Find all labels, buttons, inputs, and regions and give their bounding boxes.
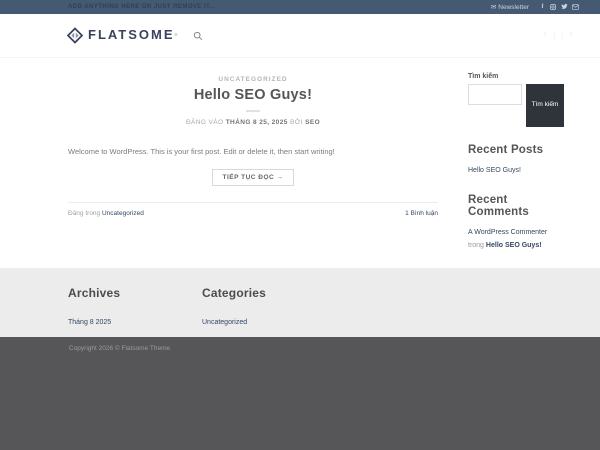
- comments-link[interactable]: 1 Bình luận: [405, 210, 438, 217]
- comment-on-label: trong: [468, 241, 484, 249]
- main-content: UNCATEGORIZED Hello SEO Guys! ĐĂNG VÀO T…: [0, 58, 600, 268]
- registered-mark: ®: [174, 32, 180, 37]
- archives-title: Archives: [68, 286, 121, 300]
- site-logo[interactable]: FLATSOME®: [67, 27, 179, 44]
- search-widget: Tìm kiếm: [468, 84, 568, 127]
- twitter-icon[interactable]: [561, 3, 568, 11]
- flatsome-diamond-icon: [67, 27, 83, 44]
- logo-text: FLATSOME®: [88, 27, 180, 42]
- post-meta-row: Đăng trong Uncategorized 1 Bình luận: [68, 202, 438, 217]
- read-more-wrap: TIẾP TỤC ĐỌC →: [68, 166, 438, 187]
- list-item: A WordPress Commenter trong Hello SEO Gu…: [468, 227, 568, 252]
- footer-widgets: Archives Tháng 8 2025 Categories Uncateg…: [0, 268, 600, 337]
- recent-post-link[interactable]: Hello SEO Guys!: [468, 167, 521, 174]
- recent-posts-list: Hello SEO Guys!: [468, 165, 568, 177]
- posted-in-category-link[interactable]: Uncategorized: [102, 210, 144, 217]
- recent-posts-title: Recent Posts: [468, 144, 544, 156]
- email-icon[interactable]: [572, 4, 579, 10]
- entry-header: UNCATEGORIZED Hello SEO Guys! ĐĂNG VÀO T…: [68, 58, 438, 126]
- instagram-icon[interactable]: [550, 4, 557, 10]
- commented-post-link[interactable]: Hello SEO Guys!: [486, 242, 542, 249]
- title-divider: [246, 110, 260, 112]
- by-label: BỞI: [289, 119, 303, 126]
- page: ADD ANYTHING HERE OR JUST REMOVE IT... ✉…: [0, 0, 600, 450]
- recent-comments-list: A WordPress Commenter trong Hello SEO Gu…: [468, 227, 568, 252]
- post-title[interactable]: Hello SEO Guys!: [68, 87, 438, 103]
- search-icon[interactable]: [193, 31, 203, 41]
- topbar-message: ADD ANYTHING HERE OR JUST REMOVE IT...: [68, 4, 216, 10]
- topbar-right: ✉ Newsletter f: [491, 3, 579, 11]
- sidebar: Tìm kiếm Tìm kiếm Recent Posts Hello SEO…: [468, 58, 568, 268]
- category-link[interactable]: Uncategorized: [202, 319, 247, 326]
- pause-bars-icon: ❘❘: [550, 29, 567, 39]
- post-excerpt: Welcome to WordPress. This is your first…: [68, 147, 335, 156]
- search-widget-label: Tìm kiếm: [468, 73, 499, 80]
- read-more-button[interactable]: TIẾP TỤC ĐỌC →: [212, 169, 294, 187]
- absolute-footer: Copyright 2026 © Flatsome Theme: [0, 337, 600, 450]
- posted-on-label: ĐĂNG VÀO: [185, 119, 224, 126]
- site-header: FLATSOME® ‹ ❘❘ ›: [0, 14, 600, 58]
- post-author[interactable]: SEO: [305, 119, 320, 126]
- post-date: THÁNG 8 25, 2025: [225, 119, 288, 126]
- archive-link[interactable]: Tháng 8 2025: [68, 319, 111, 326]
- header-nav-arrows: ‹ ❘❘ ›: [543, 28, 574, 40]
- post-date-line: ĐĂNG VÀO THÁNG 8 25, 2025 BỞI SEO: [68, 119, 438, 126]
- archives-widget: Archives Tháng 8 2025: [68, 286, 202, 337]
- chevron-right-icon[interactable]: ›: [569, 28, 574, 40]
- envelope-icon: ✉: [490, 4, 497, 11]
- search-input[interactable]: [468, 84, 522, 105]
- chevron-left-icon[interactable]: ‹: [543, 28, 548, 40]
- recent-comments-title: Recent Comments: [468, 194, 530, 219]
- posted-in: Đăng trong Uncategorized: [68, 210, 144, 217]
- copyright-text: Copyright 2026 © Flatsome Theme: [69, 345, 171, 352]
- search-submit-button[interactable]: Tìm kiếm: [526, 84, 564, 127]
- categories-title: Categories: [202, 286, 267, 300]
- commenter-link[interactable]: A WordPress Commenter: [468, 229, 547, 236]
- list-item: Hello SEO Guys!: [468, 165, 568, 177]
- post-category-label[interactable]: UNCATEGORIZED: [68, 76, 438, 83]
- blog-post: UNCATEGORIZED Hello SEO Guys! ĐĂNG VÀO T…: [68, 58, 438, 268]
- newsletter-label: Newsletter: [498, 3, 529, 11]
- top-bar: ADD ANYTHING HERE OR JUST REMOVE IT... ✉…: [0, 0, 600, 14]
- newsletter-link[interactable]: ✉ Newsletter: [490, 3, 529, 12]
- categories-widget: Categories Uncategorized: [202, 286, 336, 337]
- facebook-icon[interactable]: f: [539, 4, 546, 10]
- posted-in-label: Đăng trong: [68, 210, 101, 218]
